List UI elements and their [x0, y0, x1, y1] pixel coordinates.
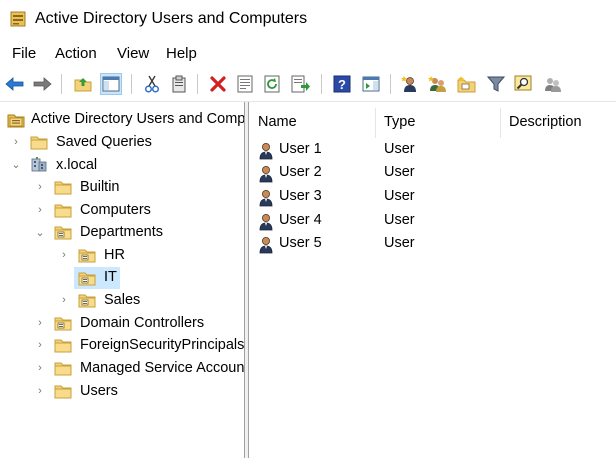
chevron-right-icon[interactable]: › — [35, 340, 45, 351]
column-divider[interactable] — [500, 108, 501, 138]
tree-root-label[interactable]: Active Directory Users and Comp — [28, 110, 244, 128]
toolbar: ? — [0, 68, 616, 102]
list-item-name: User 3 — [279, 188, 322, 204]
menu-action[interactable]: Action — [55, 45, 97, 62]
tree-item-it[interactable]: IT — [101, 268, 120, 286]
list-item-type: User — [384, 164, 415, 180]
folder-icon — [54, 179, 72, 195]
user-icon — [258, 236, 276, 254]
properties-icon[interactable] — [234, 73, 256, 95]
ou-folder-icon — [54, 315, 72, 331]
chevron-right-icon[interactable]: › — [35, 318, 45, 329]
list-item[interactable]: User 2 User — [249, 162, 616, 184]
new-ou-icon[interactable] — [456, 73, 478, 95]
new-user-icon[interactable] — [399, 73, 421, 95]
tree-item-managed-service-accounts[interactable]: Managed Service Accoun — [77, 359, 244, 377]
ad-root-icon — [7, 112, 25, 128]
tree-item-sales[interactable]: Sales — [101, 291, 143, 309]
column-divider[interactable] — [375, 108, 376, 138]
refresh-icon[interactable] — [262, 73, 284, 95]
forward-arrow-icon[interactable] — [31, 73, 53, 95]
ou-folder-icon — [78, 270, 96, 286]
list-item-type: User — [384, 141, 415, 157]
export-list-icon[interactable] — [290, 73, 312, 95]
add-to-group-icon[interactable] — [542, 73, 564, 95]
menu-file[interactable]: File — [12, 45, 36, 62]
folder-icon — [54, 360, 72, 376]
list-item-type: User — [384, 212, 415, 228]
menu-view[interactable]: View — [117, 45, 149, 62]
tree-item-builtin[interactable]: Builtin — [77, 178, 123, 196]
toolbar-separator — [131, 74, 132, 94]
tree-item-foreign-security-principals[interactable]: ForeignSecurityPrincipals — [77, 336, 244, 354]
folder-icon — [54, 337, 72, 353]
user-icon — [258, 213, 276, 231]
chevron-down-icon[interactable]: ⌄ — [35, 228, 45, 239]
ou-folder-icon — [54, 224, 72, 240]
chevron-right-icon[interactable]: › — [35, 182, 45, 193]
chevron-right-icon[interactable]: › — [11, 137, 21, 148]
list-item-type: User — [384, 235, 415, 251]
chevron-right-icon[interactable]: › — [35, 205, 45, 216]
folder-icon — [54, 202, 72, 218]
chevron-right-icon[interactable]: › — [59, 250, 69, 261]
ad-app-icon — [10, 11, 26, 27]
help-icon[interactable]: ? — [331, 73, 353, 95]
list-item-type: User — [384, 188, 415, 204]
list-item-name: User 1 — [279, 141, 322, 157]
tree-item-hr[interactable]: HR — [101, 246, 128, 264]
toolbar-separator — [390, 74, 391, 94]
column-header-name[interactable]: Name — [258, 114, 297, 130]
copy-icon[interactable] — [168, 73, 190, 95]
ou-folder-icon — [78, 247, 96, 263]
svg-text:?: ? — [338, 77, 346, 92]
list-item-name: User 5 — [279, 235, 322, 251]
cut-icon[interactable] — [141, 73, 163, 95]
list-item[interactable]: User 1 User — [249, 139, 616, 161]
column-header-type[interactable]: Type — [384, 114, 415, 130]
chevron-down-icon[interactable]: ⌄ — [11, 160, 21, 171]
chevron-right-icon[interactable]: › — [35, 386, 45, 397]
find-icon[interactable] — [513, 73, 535, 95]
new-group-icon[interactable] — [427, 73, 449, 95]
menu-bar: File Action View Help — [0, 43, 616, 65]
tree-item-domain-controllers[interactable]: Domain Controllers — [77, 314, 207, 332]
tree-item-users[interactable]: Users — [77, 382, 121, 400]
tree-item-departments[interactable]: Departments — [77, 223, 166, 241]
column-header-description[interactable]: Description — [509, 114, 582, 130]
up-folder-icon[interactable] — [72, 73, 94, 95]
chevron-right-icon[interactable]: › — [35, 363, 45, 374]
toolbar-separator — [197, 74, 198, 94]
toolbar-separator — [321, 74, 322, 94]
filter-icon[interactable] — [485, 73, 507, 95]
menu-help[interactable]: Help — [166, 45, 197, 62]
toolbar-separator — [61, 74, 62, 94]
console-tree[interactable]: Active Directory Users and Comp › Saved … — [0, 102, 245, 458]
user-icon — [258, 189, 276, 207]
chevron-right-icon[interactable]: › — [59, 295, 69, 306]
show-action-pane-icon[interactable] — [360, 73, 382, 95]
delete-icon[interactable] — [207, 73, 229, 95]
list-item[interactable]: User 3 User — [249, 186, 616, 208]
show-hide-console-tree-icon[interactable] — [100, 73, 122, 95]
user-icon — [258, 165, 276, 183]
user-icon — [258, 142, 276, 160]
list-item-name: User 4 — [279, 212, 322, 228]
title-bar: Active Directory Users and Computers — [0, 0, 616, 38]
list-item-name: User 2 — [279, 164, 322, 180]
tree-item-computers[interactable]: Computers — [77, 201, 154, 219]
domain-icon — [30, 156, 48, 172]
tree-item-saved-queries[interactable]: Saved Queries — [53, 133, 155, 151]
tree-item-domain[interactable]: x.local — [53, 156, 100, 174]
ou-folder-icon — [78, 292, 96, 308]
folder-icon — [54, 383, 72, 399]
list-item[interactable]: User 5 User — [249, 233, 616, 255]
details-pane[interactable]: Name Type Description User 1 User User 2… — [249, 102, 616, 458]
window-title: Active Directory Users and Computers — [35, 10, 308, 27]
back-arrow-icon[interactable] — [4, 73, 26, 95]
folder-icon — [30, 134, 48, 150]
list-item[interactable]: User 4 User — [249, 210, 616, 232]
